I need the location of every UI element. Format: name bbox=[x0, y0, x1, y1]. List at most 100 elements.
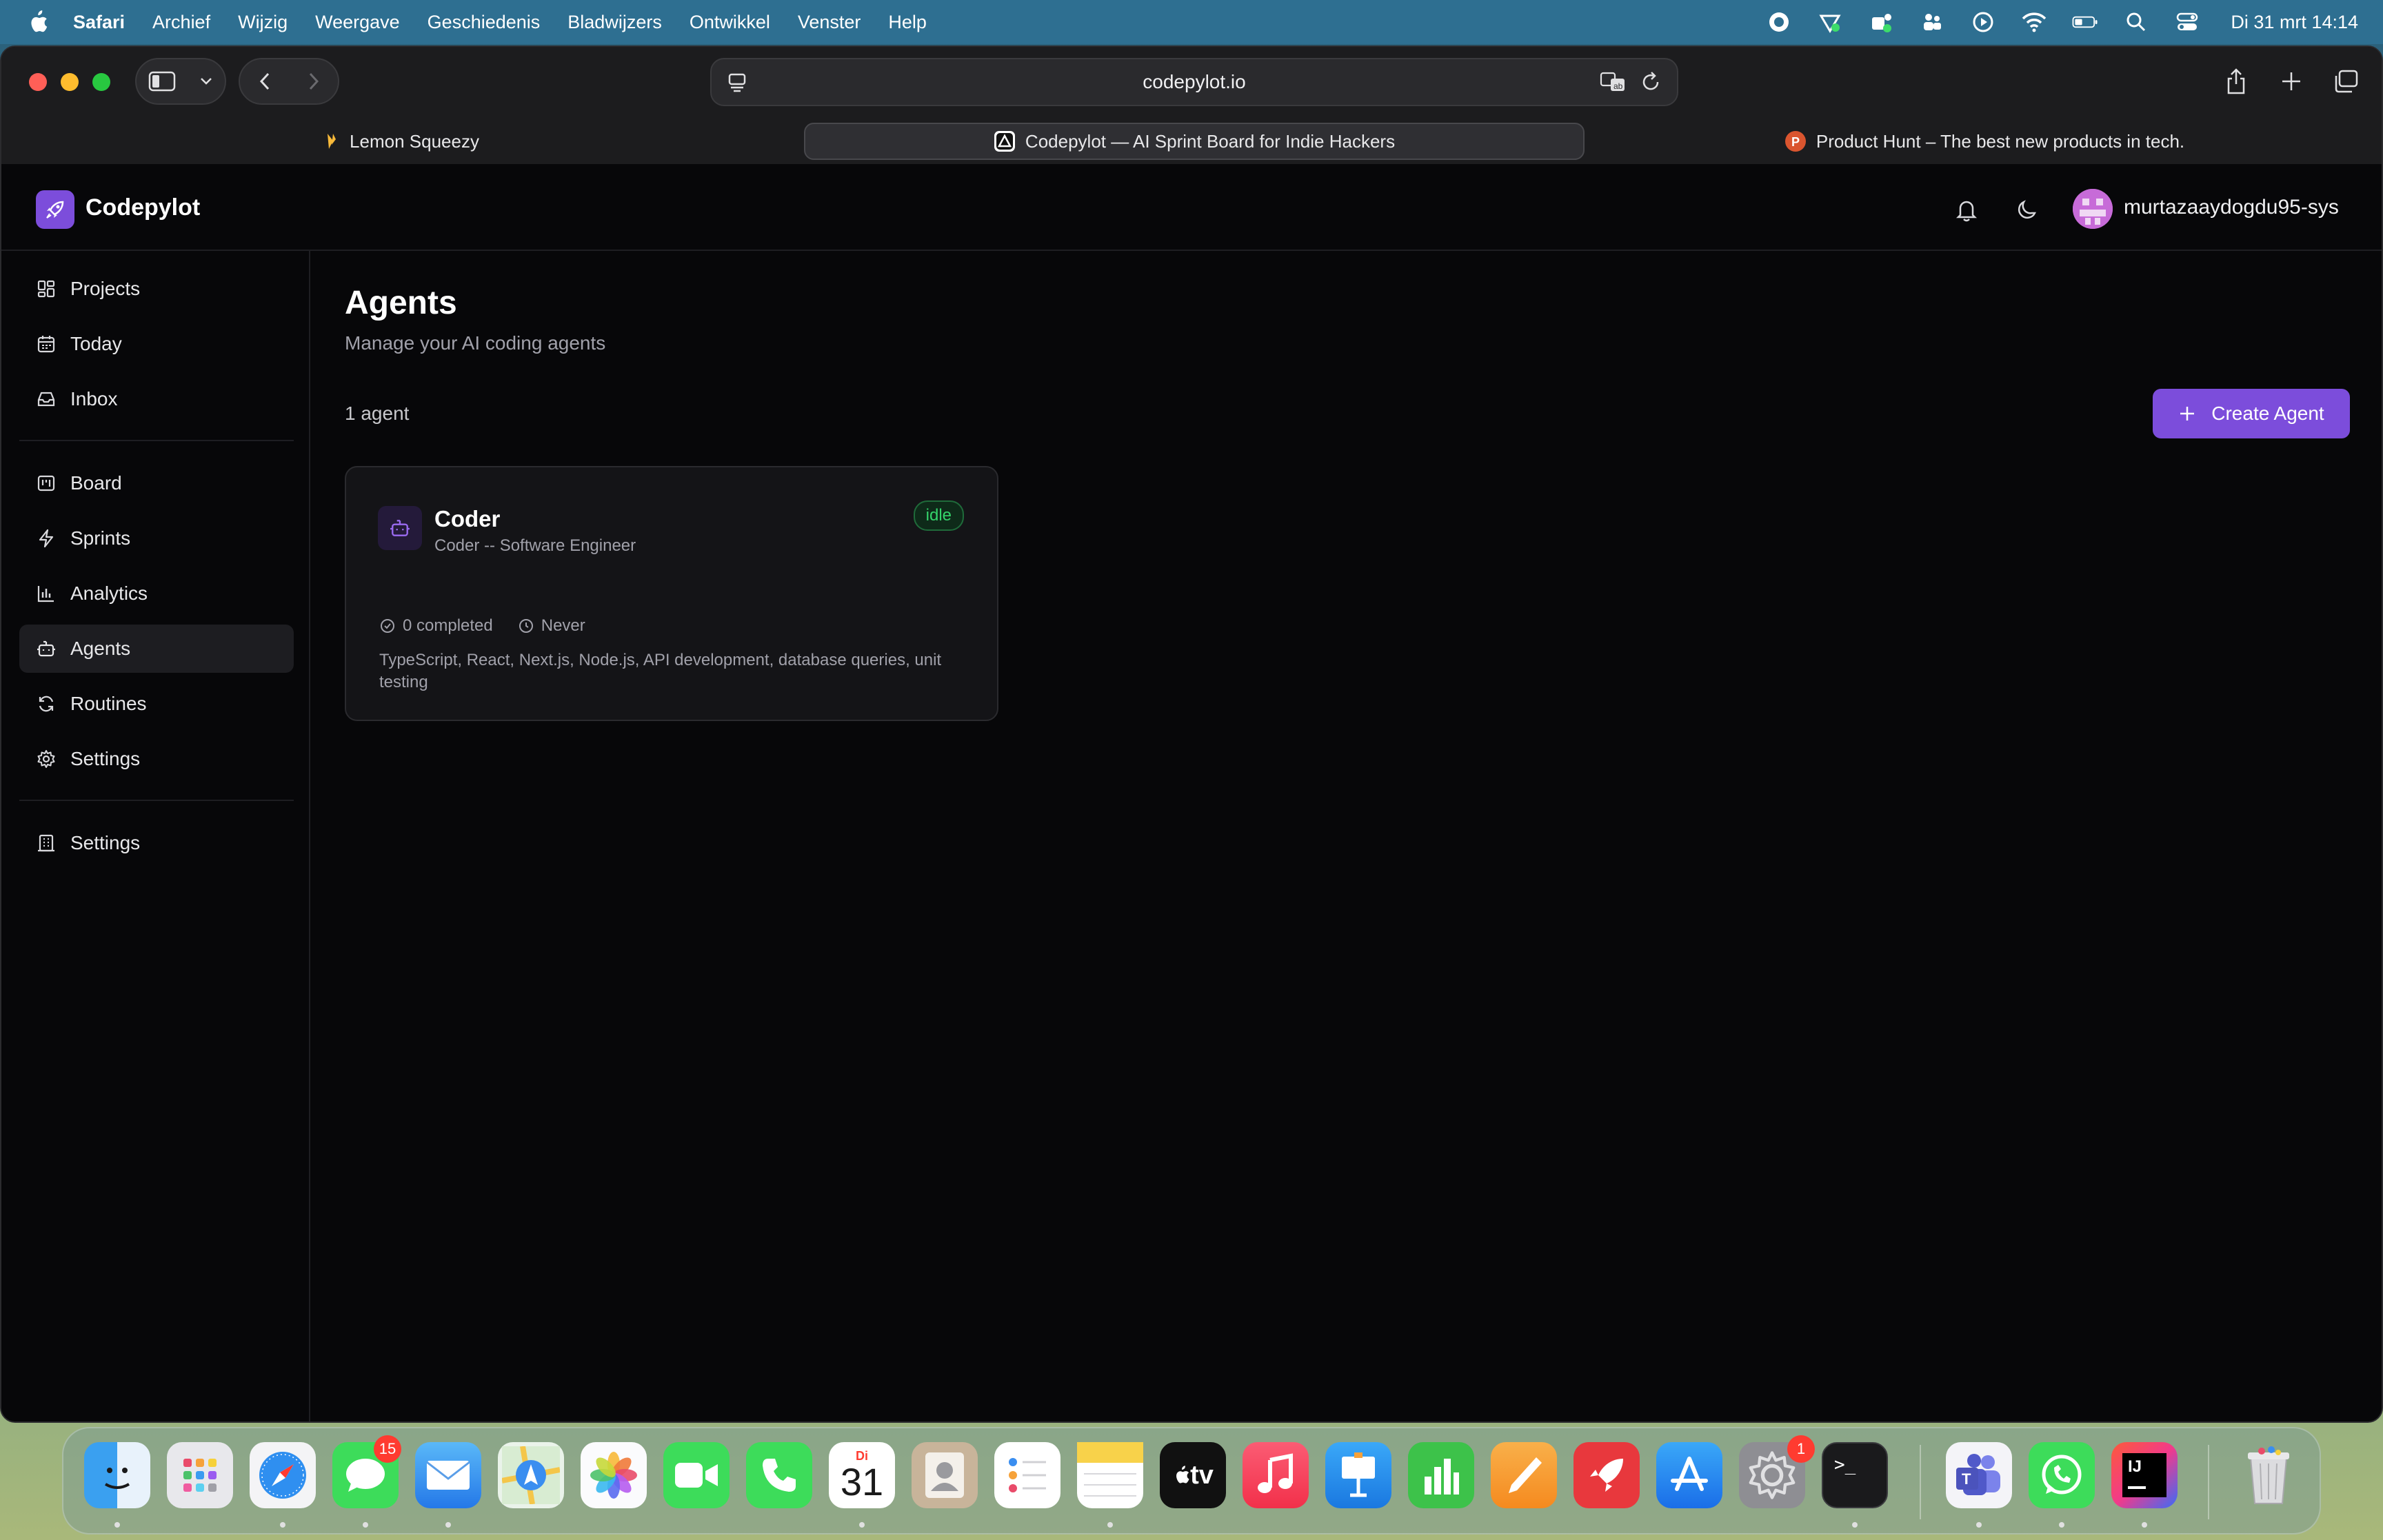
minimize-window-button[interactable] bbox=[61, 73, 79, 91]
page-menu-icon[interactable] bbox=[727, 72, 749, 94]
music-icon[interactable] bbox=[1243, 1442, 1309, 1508]
rocket-app-icon[interactable] bbox=[1573, 1442, 1640, 1508]
share-icon bbox=[2227, 68, 2245, 94]
notifications-bell-icon[interactable] bbox=[1951, 194, 1982, 225]
menu-help[interactable]: Help bbox=[888, 12, 927, 33]
rocket-logo-icon[interactable] bbox=[36, 190, 74, 229]
sidebar-icon bbox=[148, 71, 176, 92]
menu-app-name[interactable]: Safari bbox=[73, 12, 125, 33]
completed-count: 0 completed bbox=[403, 616, 493, 635]
running-indicator bbox=[1107, 1522, 1113, 1528]
safari-icon[interactable] bbox=[250, 1442, 316, 1508]
notes-icon[interactable] bbox=[1077, 1442, 1143, 1508]
address-bar[interactable]: codepylot.io ab bbox=[710, 58, 1678, 106]
url-text[interactable]: codepylot.io bbox=[1143, 71, 1245, 93]
numbers-icon[interactable] bbox=[1408, 1442, 1474, 1508]
translate-icon[interactable]: ab bbox=[1600, 70, 1627, 94]
tab-overview-button[interactable] bbox=[2326, 58, 2366, 105]
zoom-window-button[interactable] bbox=[92, 73, 110, 91]
reload-icon[interactable] bbox=[1640, 70, 1662, 94]
sidebar-item-projects[interactable]: Projects bbox=[19, 265, 294, 313]
sidebar-item-board[interactable]: Board bbox=[19, 459, 294, 507]
brand-name[interactable]: Codepylot bbox=[86, 194, 200, 221]
control-center-icon[interactable] bbox=[2174, 9, 2200, 35]
calendar-app-icon[interactable]: Di 31 bbox=[829, 1442, 895, 1508]
tab-codepylot[interactable]: Codepylot — AI Sprint Board for Indie Ha… bbox=[804, 123, 1585, 160]
battery-icon[interactable] bbox=[2072, 9, 2098, 35]
forward-icon[interactable] bbox=[307, 71, 321, 92]
play-icon[interactable] bbox=[1970, 9, 1996, 35]
sidebar-item-workspace-settings[interactable]: Settings bbox=[19, 819, 294, 867]
sidebar: Projects Today Inbox Board Sprints Analy… bbox=[1, 251, 310, 1421]
inbox-icon bbox=[36, 389, 57, 409]
sidebar-item-sprints[interactable]: Sprints bbox=[19, 514, 294, 563]
app-store-icon[interactable] bbox=[1656, 1442, 1722, 1508]
sidebar-item-agents[interactable]: Agents bbox=[19, 625, 294, 673]
finder-icon[interactable] bbox=[84, 1442, 150, 1508]
tab-product-hunt[interactable]: P Product Hunt – The best new products i… bbox=[1598, 123, 2371, 160]
plus-icon bbox=[2282, 72, 2300, 90]
sidebar-item-label: Inbox bbox=[70, 388, 118, 409]
record-icon[interactable] bbox=[1766, 9, 1792, 35]
new-tab-button[interactable] bbox=[2271, 58, 2311, 105]
teams-icon[interactable]: T bbox=[1946, 1442, 2012, 1508]
terminal-icon[interactable]: >_ bbox=[1822, 1442, 1888, 1508]
sidebar-toggle-button[interactable] bbox=[135, 58, 226, 105]
running-indicator bbox=[363, 1522, 368, 1528]
agent-name[interactable]: Coder bbox=[434, 506, 500, 532]
create-agent-button[interactable]: Create Agent bbox=[2153, 389, 2350, 438]
menu-bar: Safari Archief Wijzig Weergave Geschiede… bbox=[0, 0, 2383, 44]
intellij-icon[interactable]: IJ bbox=[2111, 1442, 2178, 1508]
maps-icon[interactable] bbox=[498, 1442, 564, 1508]
mail-icon[interactable] bbox=[415, 1442, 481, 1508]
apple-tv-icon[interactable]: tv bbox=[1160, 1442, 1226, 1508]
keynote-icon[interactable] bbox=[1325, 1442, 1391, 1508]
menu-geschiedenis[interactable]: Geschiedenis bbox=[428, 12, 541, 33]
phone-icon[interactable] bbox=[746, 1442, 812, 1508]
tab-title: Product Hunt – The best new products in … bbox=[1816, 130, 2185, 152]
reminders-icon[interactable] bbox=[994, 1442, 1060, 1508]
grid-icon bbox=[36, 278, 57, 299]
sidebar-item-inbox[interactable]: Inbox bbox=[19, 375, 294, 423]
apple-icon[interactable] bbox=[26, 10, 48, 34]
browser-window: codepylot.io ab Lemon Squeezy Codepylot … bbox=[0, 45, 2383, 1423]
people-icon[interactable] bbox=[1919, 9, 1945, 35]
vpn-icon[interactable] bbox=[1817, 9, 1843, 35]
sidebar-item-today[interactable]: Today bbox=[19, 320, 294, 368]
menu-venster[interactable]: Venster bbox=[798, 12, 861, 33]
menu-wijzig[interactable]: Wijzig bbox=[238, 12, 288, 33]
launchpad-icon[interactable] bbox=[167, 1442, 233, 1508]
menu-ontwikkel[interactable]: Ontwikkel bbox=[690, 12, 770, 33]
close-window-button[interactable] bbox=[29, 73, 47, 91]
trash-icon[interactable] bbox=[2235, 1442, 2302, 1508]
kanban-icon bbox=[36, 473, 57, 494]
facetime-icon[interactable] bbox=[663, 1442, 730, 1508]
avatar[interactable] bbox=[2073, 189, 2113, 229]
calendar-date: 31 bbox=[840, 1460, 884, 1503]
whatsapp-icon[interactable] bbox=[2029, 1442, 2095, 1508]
wifi-icon[interactable] bbox=[2021, 9, 2047, 35]
menu-archief[interactable]: Archief bbox=[152, 12, 210, 33]
menu-weergave[interactable]: Weergave bbox=[315, 12, 400, 33]
spotlight-search-icon[interactable] bbox=[2123, 9, 2149, 35]
username[interactable]: murtazaaydogdu95-sys bbox=[2124, 196, 2339, 219]
menu-bladwijzers[interactable]: Bladwijzers bbox=[567, 12, 662, 33]
agent-card[interactable]: Coder Coder -- Software Engineer idle 0 … bbox=[345, 466, 998, 721]
clock-icon bbox=[519, 619, 533, 633]
sidebar-item-label: Board bbox=[70, 472, 122, 494]
browser-toolbar: codepylot.io ab bbox=[1, 47, 2382, 119]
sidebar-item-label: Settings bbox=[70, 748, 141, 769]
contacts-icon[interactable] bbox=[912, 1442, 978, 1508]
agent-role: Coder -- Software Engineer bbox=[434, 536, 636, 555]
sidebar-item-settings[interactable]: Settings bbox=[19, 735, 294, 783]
pages-icon[interactable] bbox=[1491, 1442, 1557, 1508]
dark-mode-moon-icon[interactable] bbox=[2012, 194, 2042, 225]
teams-status-icon[interactable] bbox=[1868, 9, 1894, 35]
tab-lemon-squeezy[interactable]: Lemon Squeezy bbox=[15, 123, 787, 160]
photos-icon[interactable] bbox=[581, 1442, 647, 1508]
sidebar-item-routines[interactable]: Routines bbox=[19, 680, 294, 728]
sidebar-item-analytics[interactable]: Analytics bbox=[19, 569, 294, 618]
back-icon[interactable] bbox=[258, 71, 272, 92]
share-button[interactable] bbox=[2216, 58, 2256, 105]
menu-clock[interactable]: Di 31 mrt 14:14 bbox=[2231, 12, 2358, 33]
